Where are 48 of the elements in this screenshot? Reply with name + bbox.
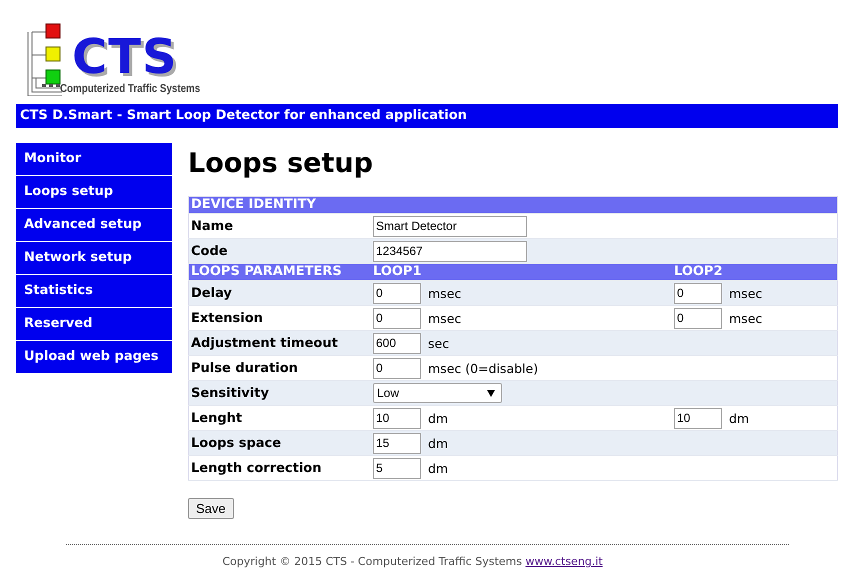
input-field[interactable]: Smart Detector (373, 216, 527, 236)
unit-label: sec (428, 336, 450, 350)
input-field[interactable]: 0 (373, 358, 421, 378)
caret-icon (487, 390, 495, 396)
section-header: LOOP1 (371, 264, 672, 280)
unit-label: dm (428, 410, 448, 426)
unit-label: msec (428, 310, 462, 326)
sidebar-item[interactable]: Monitor (16, 143, 172, 175)
input-field[interactable]: 0 (373, 308, 421, 328)
website-link[interactable]: www.ctseng.it (525, 555, 603, 568)
logo-tagline: Computerized Traffic Systems (60, 82, 200, 96)
field-label: Loops space (188, 430, 371, 456)
logo-mark: CTS (72, 32, 178, 82)
unit-label: msec (729, 310, 762, 326)
copyright-text: Copyright © 2015 CTS - Computerized Traffic Systems (222, 555, 522, 568)
unit-label: dm (428, 436, 448, 450)
dropdown[interactable]: Low (373, 383, 502, 403)
section-header: DEVICE IDENTITY (188, 196, 838, 214)
page-title: Loops setup (188, 147, 374, 181)
input-field[interactable]: 600 (373, 332, 421, 354)
input-field[interactable]: 10 (373, 408, 421, 428)
section-header: LOOP2 (672, 264, 838, 280)
field-label: Code (188, 238, 371, 264)
input-field[interactable]: 5 (373, 458, 421, 478)
input-field[interactable]: 0 (373, 282, 421, 304)
input-field[interactable]: 0 (674, 282, 722, 304)
sidebar-item[interactable]: Reserved (16, 308, 172, 340)
sidebar-item[interactable]: Upload web pages (16, 341, 172, 373)
sidebar-item[interactable]: Network setup (16, 242, 172, 274)
input-field[interactable]: 10 (674, 408, 722, 428)
unit-label: dm (428, 460, 448, 476)
save-button[interactable]: Save (188, 498, 234, 519)
sidebar-item[interactable]: Statistics (16, 275, 172, 307)
unit-label: msec (428, 286, 462, 300)
unit-label: msec (729, 286, 762, 300)
input-field[interactable]: 15 (373, 432, 421, 454)
sidebar-item[interactable]: Loops setup (16, 176, 172, 208)
input-field[interactable]: 0 (674, 308, 722, 328)
unit-label: msec (0=disable) (428, 360, 538, 376)
field-label: Delay (188, 280, 371, 306)
header-bar: CTS D.Smart - Smart Loop Detector for enhanced application (16, 104, 838, 128)
sidebar-item[interactable]: Advanced setup (16, 209, 172, 241)
field-label: Sensitivity (188, 380, 371, 406)
field-label: Length correction (188, 456, 371, 480)
field-label: Adjustment timeout (188, 330, 371, 356)
section-header: LOOPS PARAMETERS (188, 264, 371, 280)
unit-label: dm (729, 410, 750, 426)
input-field[interactable]: 1234567 (373, 240, 527, 262)
